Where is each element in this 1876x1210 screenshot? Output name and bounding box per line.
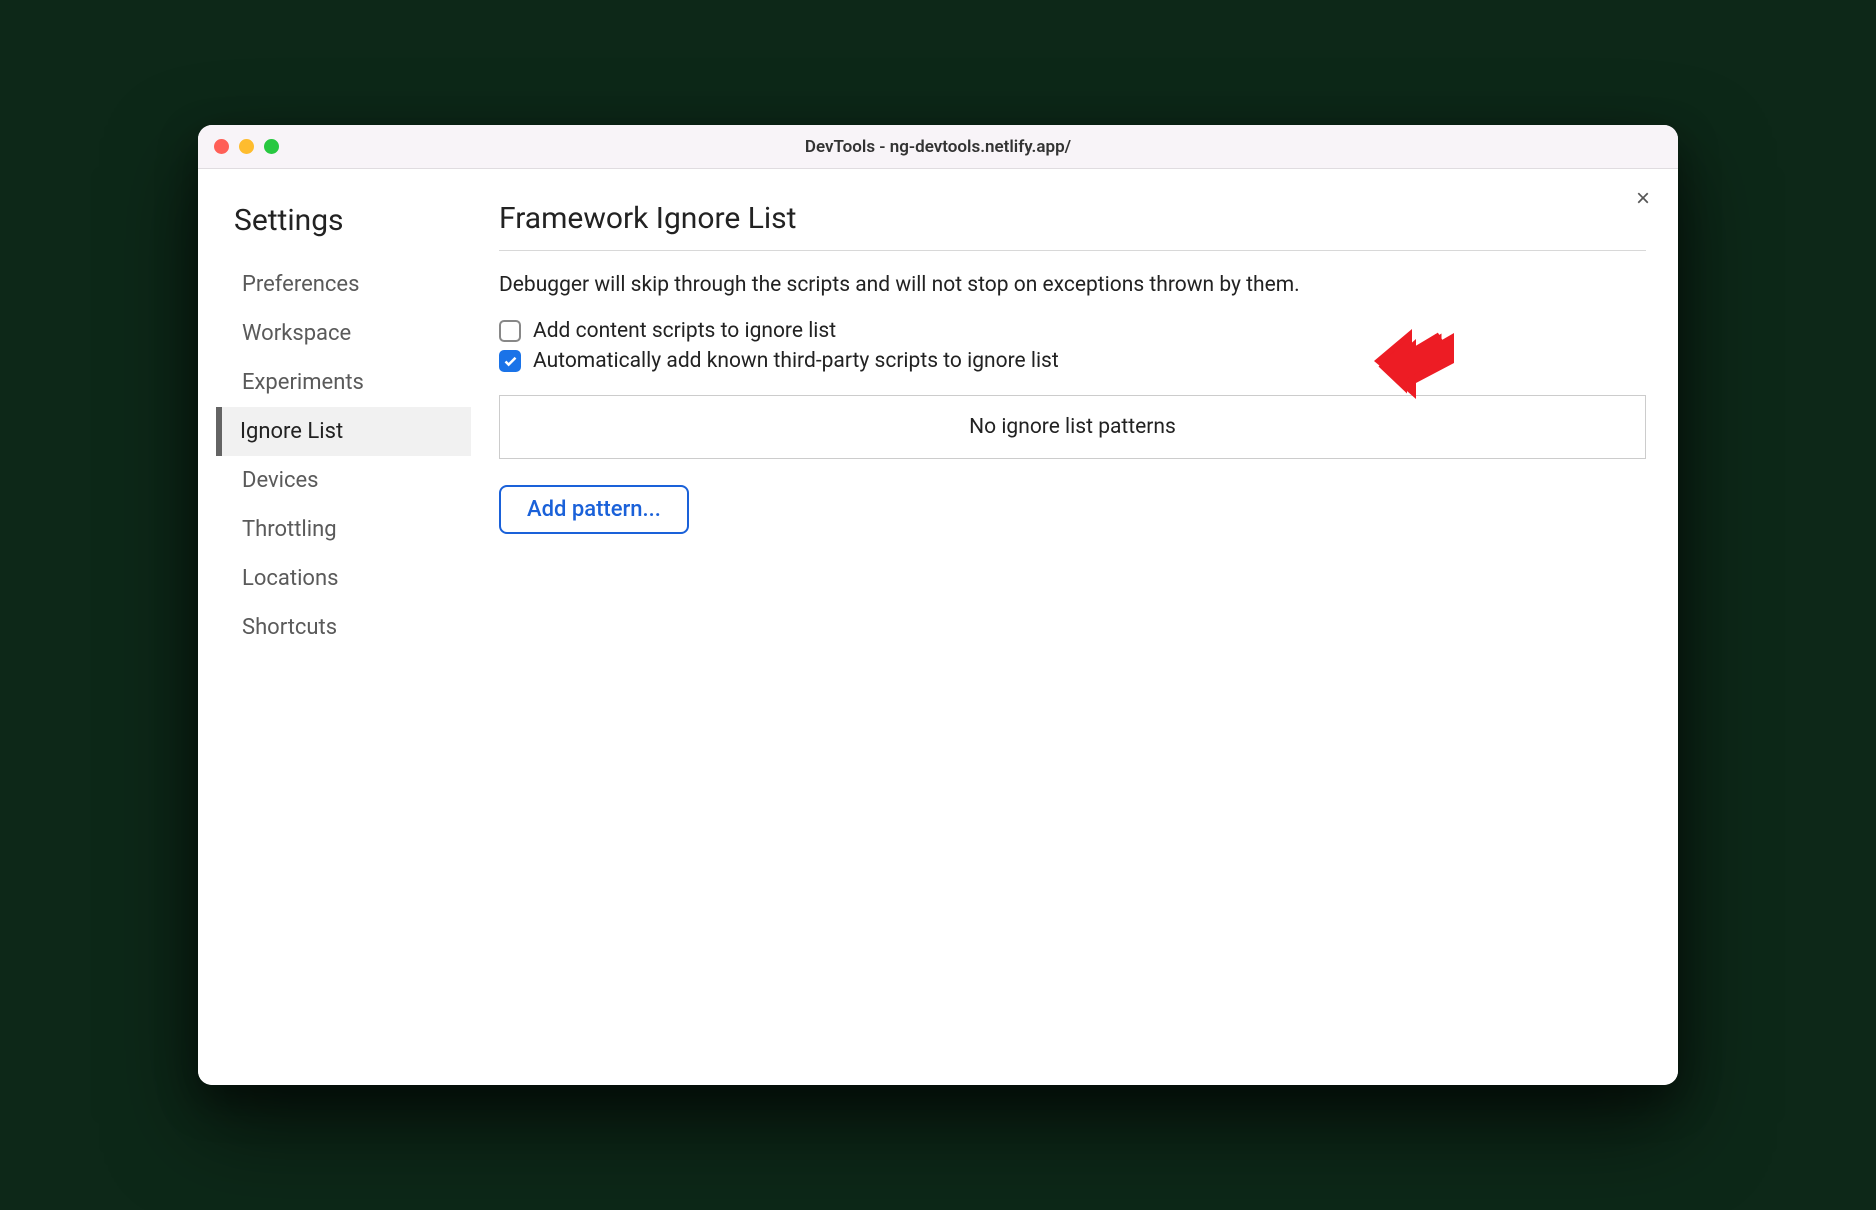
button-label: Add pattern... xyxy=(527,497,661,522)
sidebar-item-label: Shortcuts xyxy=(242,615,337,640)
sidebar-item-label: Locations xyxy=(242,566,338,591)
sidebar-item-preferences[interactable]: Preferences xyxy=(216,260,471,309)
close-icon[interactable]: × xyxy=(1636,187,1650,211)
ignore-list-description: Debugger will skip through the scripts a… xyxy=(499,273,1646,297)
window-controls xyxy=(214,139,279,154)
settings-main: Framework Ignore List Debugger will skip… xyxy=(471,195,1666,1067)
window-title: DevTools - ng-devtools.netlify.app/ xyxy=(805,137,1071,157)
sidebar-item-experiments[interactable]: Experiments xyxy=(216,358,471,407)
checkbox-content-scripts[interactable] xyxy=(499,320,521,342)
check-icon xyxy=(503,354,518,369)
sidebar-item-label: Ignore List xyxy=(240,419,343,444)
sidebar-item-workspace[interactable]: Workspace xyxy=(216,309,471,358)
checkbox-label[interactable]: Add content scripts to ignore list xyxy=(533,319,836,343)
sidebar-item-label: Preferences xyxy=(242,272,359,297)
add-pattern-button[interactable]: Add pattern... xyxy=(499,485,689,534)
window-titlebar: DevTools - ng-devtools.netlify.app/ xyxy=(198,125,1678,169)
ignore-list-patterns-box: No ignore list patterns xyxy=(499,395,1646,459)
title-divider xyxy=(499,250,1646,251)
sidebar-item-label: Workspace xyxy=(242,321,351,346)
sidebar-item-shortcuts[interactable]: Shortcuts xyxy=(216,603,471,652)
sidebar-item-devices[interactable]: Devices xyxy=(216,456,471,505)
checkbox-third-party[interactable] xyxy=(499,350,521,372)
settings-body: × Settings Preferences Workspace Experim… xyxy=(198,169,1678,1085)
settings-sidebar: Settings Preferences Workspace Experimen… xyxy=(216,195,471,1067)
settings-title: Settings xyxy=(234,203,471,238)
sidebar-item-throttling[interactable]: Throttling xyxy=(216,505,471,554)
sidebar-item-locations[interactable]: Locations xyxy=(216,554,471,603)
page-title: Framework Ignore List xyxy=(499,201,1646,236)
minimize-window-button[interactable] xyxy=(239,139,254,154)
checkbox-row-content-scripts: Add content scripts to ignore list xyxy=(499,319,1646,343)
maximize-window-button[interactable] xyxy=(264,139,279,154)
patterns-empty-text: No ignore list patterns xyxy=(969,415,1176,439)
sidebar-item-label: Experiments xyxy=(242,370,364,395)
sidebar-item-ignore-list[interactable]: Ignore List xyxy=(216,407,471,456)
devtools-settings-window: DevTools - ng-devtools.netlify.app/ × Se… xyxy=(198,125,1678,1085)
close-window-button[interactable] xyxy=(214,139,229,154)
checkbox-label[interactable]: Automatically add known third-party scri… xyxy=(533,349,1059,373)
checkbox-row-third-party: Automatically add known third-party scri… xyxy=(499,349,1646,373)
sidebar-item-label: Devices xyxy=(242,468,319,493)
sidebar-item-label: Throttling xyxy=(242,517,337,542)
